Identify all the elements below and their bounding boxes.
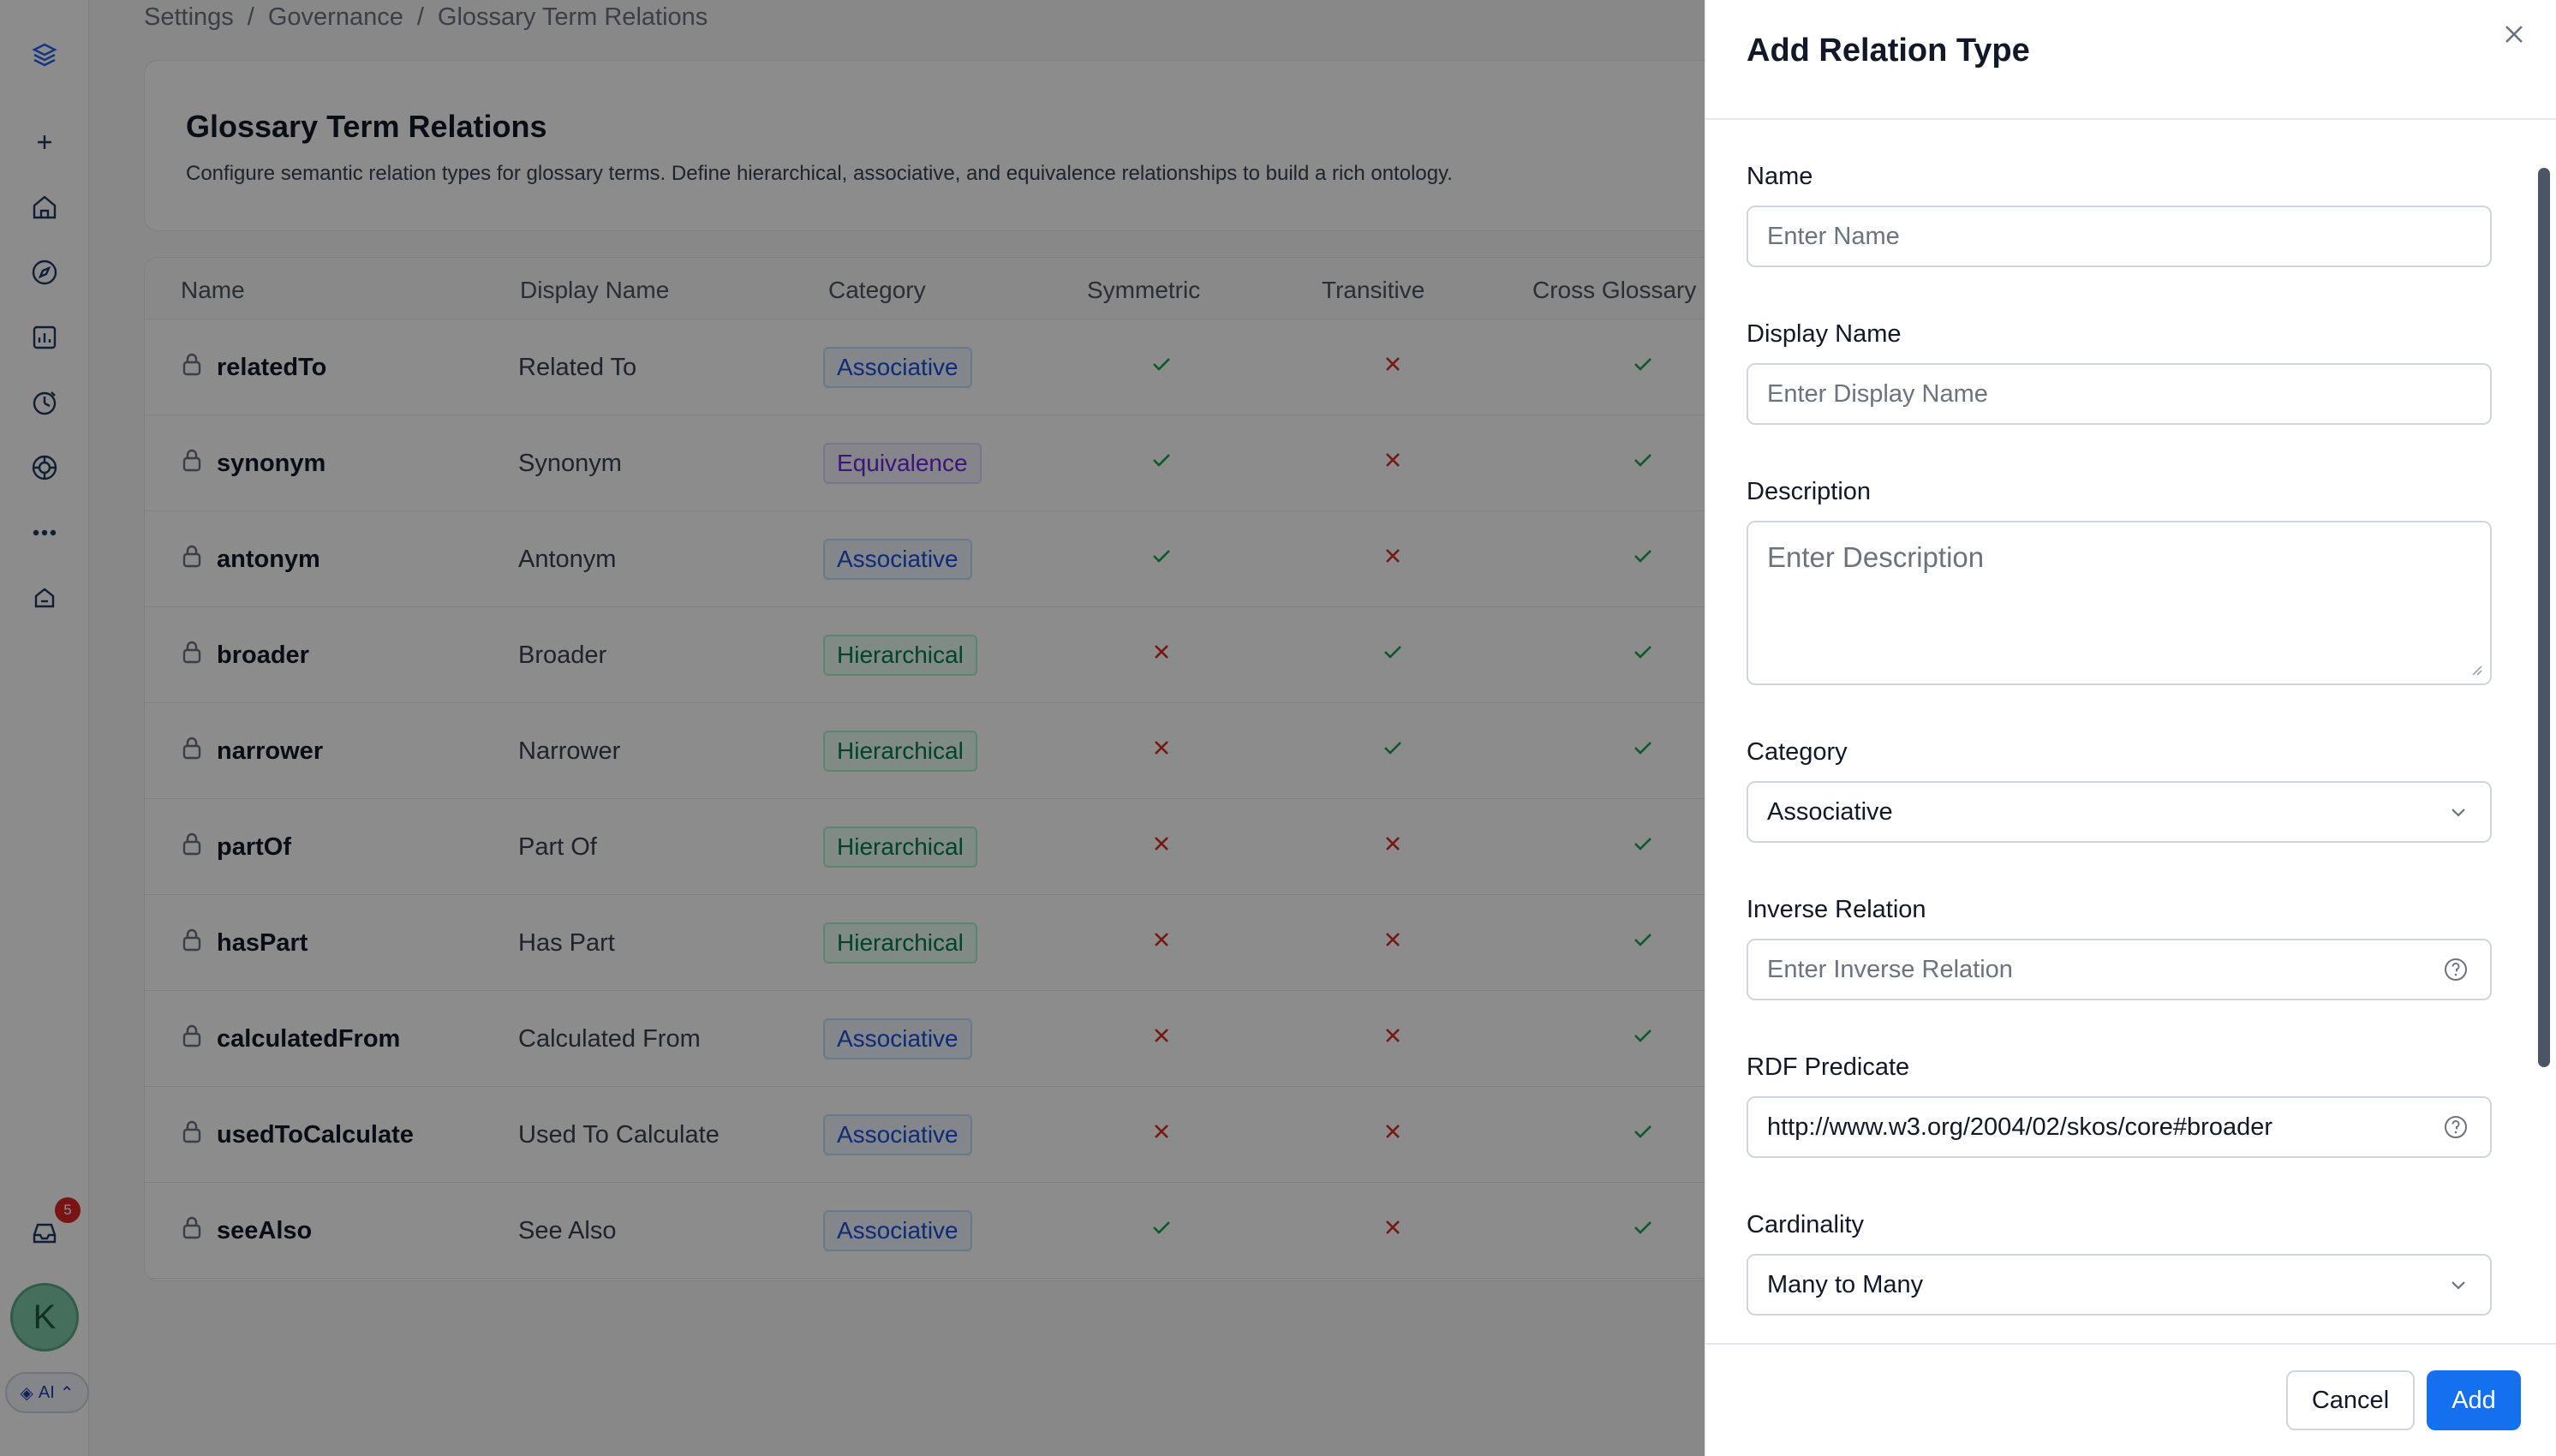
modal-overlay[interactable] bbox=[0, 0, 1705, 1456]
drawer-title: Add Relation Type bbox=[1747, 33, 2030, 69]
display-name-label: Display Name bbox=[1747, 320, 1902, 348]
inverse-relation-label: Inverse Relation bbox=[1747, 896, 1926, 923]
description-label: Description bbox=[1747, 478, 1872, 505]
help-icon[interactable] bbox=[2442, 1113, 2469, 1141]
cancel-button[interactable]: Cancel bbox=[2286, 1370, 2415, 1430]
description-placeholder: Enter Description bbox=[1767, 541, 1985, 573]
help-icon[interactable] bbox=[2442, 956, 2469, 983]
category-select[interactable]: Associative bbox=[1747, 781, 2492, 843]
cardinality-label: Cardinality bbox=[1747, 1211, 1864, 1238]
close-icon[interactable] bbox=[2497, 17, 2531, 51]
cardinality-value: Many to Many bbox=[1767, 1270, 1924, 1298]
description-textarea[interactable]: Enter Description bbox=[1747, 521, 2492, 685]
rdf-predicate-input[interactable]: http://www.w3.org/2004/02/skos/core#broa… bbox=[1747, 1096, 2492, 1158]
divider bbox=[1705, 1343, 2556, 1345]
rdf-predicate-value: http://www.w3.org/2004/02/skos/core#broa… bbox=[1767, 1113, 2272, 1141]
cardinality-select[interactable]: Many to Many bbox=[1747, 1254, 2492, 1316]
name-input[interactable]: Enter Name bbox=[1747, 206, 2492, 267]
inverse-relation-placeholder: Enter Inverse Relation bbox=[1767, 955, 2013, 983]
drawer-form: Name Enter Name Display Name Enter Displ… bbox=[1705, 120, 2556, 1345]
display-name-input[interactable]: Enter Display Name bbox=[1747, 363, 2492, 425]
name-label: Name bbox=[1747, 163, 1813, 190]
chevron-down-icon bbox=[2451, 809, 2465, 817]
add-relation-drawer: Add Relation Type Name Enter Name Displa… bbox=[1705, 0, 2556, 1456]
resize-handle-icon[interactable] bbox=[2469, 663, 2483, 677]
chevron-down-icon bbox=[2451, 1281, 2465, 1290]
category-label: Category bbox=[1747, 738, 1848, 766]
category-value: Associative bbox=[1767, 797, 1893, 826]
inverse-relation-input[interactable]: Enter Inverse Relation bbox=[1747, 939, 2492, 1000]
add-button[interactable]: Add bbox=[2427, 1370, 2521, 1430]
rdf-predicate-label: RDF Predicate bbox=[1747, 1053, 1910, 1081]
drawer-scrollbar[interactable] bbox=[2538, 168, 2550, 1067]
